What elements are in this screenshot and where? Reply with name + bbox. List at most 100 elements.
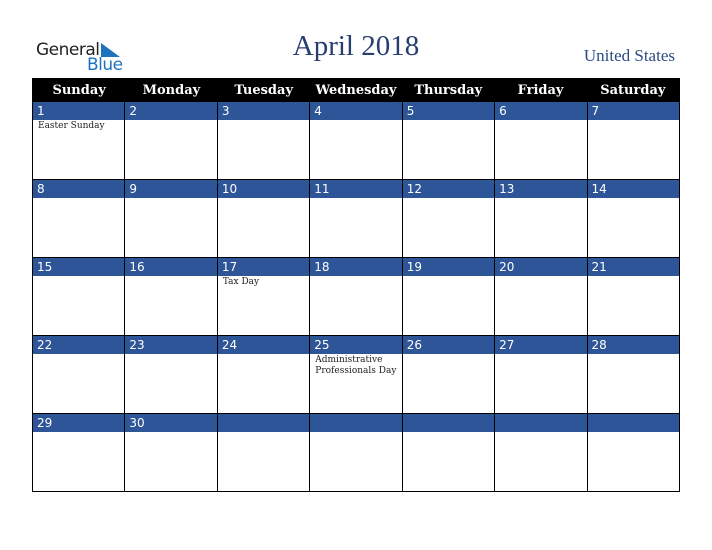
holiday-label: Tax Day [222,277,260,287]
date-number: 25 [310,336,402,354]
day-cell[interactable]: 18 [309,258,402,335]
day-cell[interactable]: 29 [33,414,125,491]
week-row: 22 23 24 25 Administrative Professionals Day… [33,335,679,413]
holiday-label [588,198,679,257]
date-number: 9 [125,180,217,198]
date-number: 11 [310,180,402,198]
holiday-label [495,276,586,335]
holiday-label [125,432,216,491]
day-cell[interactable]: 14 [586,180,679,257]
weekday-header: Thursday [414,83,483,98]
day-cell[interactable] [216,414,310,491]
day-cell[interactable]: 13 [494,180,587,257]
holiday-label [218,198,309,257]
holiday-label [218,432,309,491]
week-row: 15 16 17 Tax Day 18 19 20 21 [33,257,679,335]
date-number: 2 [125,102,217,120]
day-cell[interactable]: 24 [216,336,310,413]
day-cell[interactable]: 8 [33,180,125,257]
day-cell[interactable]: 5 [401,102,495,179]
date-number: 10 [217,180,310,198]
date-number: 24 [217,336,310,354]
day-cell[interactable]: 17 Tax Day [216,258,310,335]
date-number: 3 [217,102,310,120]
day-cell[interactable] [401,414,495,491]
day-cell[interactable] [494,414,587,491]
day-cell[interactable]: 7 [586,102,679,179]
date-number: 27 [495,336,587,354]
date-number: 17 [217,258,310,276]
date-number [217,414,310,432]
date-number: 30 [125,414,217,432]
day-cell[interactable]: 2 [124,102,217,179]
day-cell[interactable]: 4 [309,102,402,179]
date-number: 18 [310,258,402,276]
day-cell[interactable]: 28 [586,336,679,413]
holiday-label [403,198,494,257]
holiday-label [588,354,679,413]
holiday-label [403,120,494,179]
day-cell[interactable]: 27 [494,336,587,413]
calendar-grid: Sunday Monday Tuesday Wednesday Thursday Frid… [32,78,680,492]
holiday-label [33,276,124,335]
holiday-label [310,432,401,491]
date-number: 4 [310,102,402,120]
holiday-label [125,354,216,413]
day-cell[interactable]: 30 [124,414,217,491]
day-cell[interactable]: 9 [124,180,217,257]
holiday-label [403,276,494,335]
holiday-label [403,354,494,413]
day-cell[interactable]: 25 Administrative Professionals Day [309,336,402,413]
day-cell[interactable] [586,414,679,491]
holiday-label [310,276,401,335]
week-row: 1 Easter Sunday 2 3 4 5 6 7 [33,102,679,179]
holiday-label [33,354,124,413]
day-cell[interactable]: 20 [494,258,587,335]
date-number: 29 [33,414,125,432]
date-number: 21 [587,258,679,276]
day-cell[interactable]: 6 [494,102,587,179]
day-cell[interactable]: 19 [401,258,495,335]
date-number [402,414,495,432]
day-cell[interactable]: 12 [401,180,495,257]
date-number: 22 [33,336,125,354]
weekday-header: Friday [517,83,564,98]
holiday-label [33,432,124,491]
weekday-header: Saturday [600,83,666,98]
holiday-label [588,120,679,179]
holiday-label [588,432,679,491]
holiday-label [495,354,586,413]
date-number: 7 [587,102,679,120]
day-cell[interactable] [309,414,402,491]
day-cell[interactable]: 3 [216,102,310,179]
day-cell[interactable]: 22 [33,336,125,413]
date-number [495,414,587,432]
date-number: 1 [33,102,125,120]
holiday-label [495,432,586,491]
date-number [587,414,679,432]
day-cell[interactable]: 10 [216,180,310,257]
date-number: 14 [587,180,679,198]
day-cell[interactable]: 16 [124,258,217,335]
holiday-label [310,198,401,257]
holiday-label [310,120,401,179]
day-cell[interactable]: 21 [586,258,679,335]
holiday-label [495,198,586,257]
holiday-label: Easter Sunday [38,121,105,131]
holiday-label [218,354,309,413]
date-number: 16 [125,258,217,276]
weekday-header: Monday [142,83,201,98]
day-cell[interactable]: 15 [33,258,125,335]
weekday-header: Tuesday [234,83,293,98]
day-cell[interactable]: 26 [401,336,495,413]
day-cell[interactable]: 1 Easter Sunday [33,102,125,179]
date-number: 13 [495,180,587,198]
date-number: 26 [402,336,495,354]
day-cell[interactable]: 23 [124,336,217,413]
date-number: 12 [402,180,495,198]
holiday-label: Administrative Professionals Day [315,355,397,376]
holiday-label [125,276,216,335]
holiday-label [403,432,494,491]
date-number: 5 [402,102,495,120]
day-cell[interactable]: 11 [309,180,402,257]
